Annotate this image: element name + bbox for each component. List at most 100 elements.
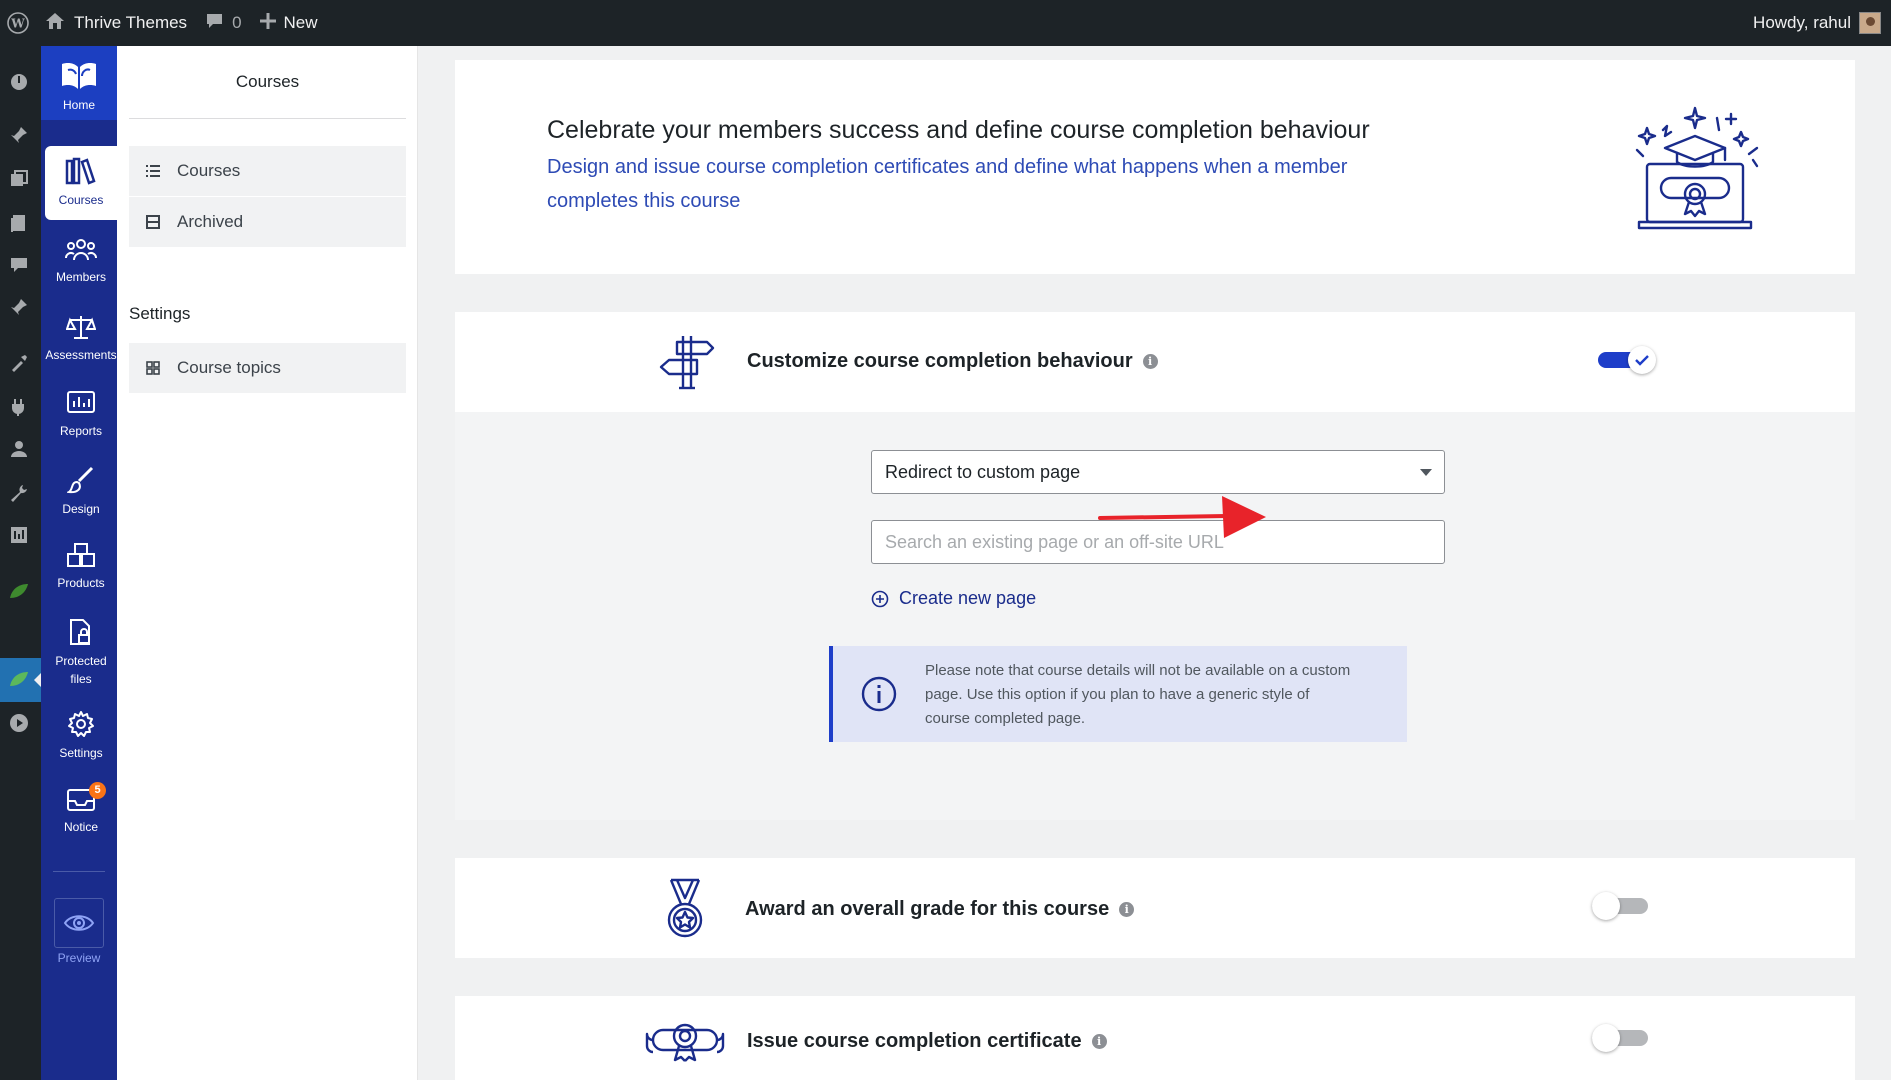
tools-icon[interactable]	[8, 482, 30, 504]
chevron-down-icon	[1420, 469, 1432, 476]
completion-title-row: Customize course completion behaviour i	[747, 350, 1158, 373]
subnav-divider	[129, 118, 406, 119]
select-value: Redirect to custom page	[885, 461, 1081, 482]
nav-products[interactable]: Products	[45, 542, 117, 592]
gear-icon	[68, 711, 94, 737]
subnav-item-courses[interactable]: Courses	[129, 146, 406, 196]
certificate-scroll-icon	[645, 1018, 725, 1067]
toggle-knob	[1592, 1024, 1620, 1052]
archive-icon	[146, 215, 160, 229]
nav-members-label: Members	[55, 270, 106, 284]
comment-bubble-icon	[205, 12, 224, 35]
pages-icon[interactable]	[8, 212, 30, 234]
nav-protected-files[interactable]: Protected files	[45, 618, 117, 688]
home-icon	[45, 12, 65, 35]
info-circle-icon	[861, 676, 897, 717]
preview-button[interactable]	[54, 898, 104, 948]
settings-grid-icon[interactable]	[8, 524, 30, 546]
nav-protected-files-line2: files	[70, 672, 92, 686]
certificate-panel: Issue course completion certificate i	[455, 996, 1855, 1080]
info-icon[interactable]: i	[1142, 354, 1158, 369]
create-new-page-link[interactable]: Create new page	[871, 588, 1036, 609]
eye-icon	[63, 915, 95, 931]
appearance-icon[interactable]	[8, 352, 30, 374]
preview-label: Preview	[57, 951, 101, 965]
nav-assessments[interactable]: Assessments	[45, 314, 117, 364]
subnav-title: Courses	[235, 72, 300, 91]
books-icon	[65, 157, 96, 185]
open-book-icon	[62, 63, 96, 89]
notice-text: Please note that course details will not…	[925, 662, 1351, 727]
dashboard-icon[interactable]	[8, 70, 30, 92]
medal-icon	[655, 878, 715, 945]
signpost-icon	[657, 332, 717, 397]
comments-icon[interactable]	[8, 254, 30, 276]
grade-toggle[interactable]	[1592, 892, 1650, 920]
nav-reports-label: Reports	[59, 424, 103, 438]
lock-file-icon	[70, 619, 90, 645]
nav-courses-label: Courses	[58, 193, 104, 207]
comments-link[interactable]: 0	[196, 0, 250, 46]
info-icon[interactable]: i	[1091, 1034, 1107, 1049]
leaf-icon[interactable]	[8, 668, 30, 690]
completion-toggle[interactable]	[1598, 346, 1656, 374]
plus-icon	[259, 12, 276, 34]
create-new-page-label: Create new page	[899, 588, 1037, 608]
new-content-link[interactable]: New	[251, 0, 327, 46]
nav-design[interactable]: Design	[45, 466, 117, 518]
users-icon[interactable]	[8, 438, 30, 460]
grid-icon	[146, 361, 160, 375]
site-name-link[interactable]: Thrive Themes	[36, 0, 196, 46]
nav-home-label: Home	[62, 98, 95, 112]
main-content: Celebrate your members success and defin…	[418, 46, 1891, 1080]
completion-behaviour-select[interactable]: Redirect to custom page	[871, 450, 1445, 494]
subnav-item-label: Courses	[177, 161, 241, 180]
members-icon	[65, 239, 97, 261]
site-name: Thrive Themes	[74, 13, 188, 32]
subnav-item-label: Archived	[177, 212, 244, 231]
play-icon[interactable]	[8, 712, 30, 734]
annotation-arrow-icon	[1098, 494, 1268, 549]
subnav-item-course-topics[interactable]: Course topics	[129, 343, 406, 393]
pin-icon[interactable]	[8, 296, 30, 318]
nav-reports[interactable]: Reports	[45, 390, 117, 440]
subnav-item-label: Course topics	[177, 358, 281, 377]
nav-assessments-label: Assessments	[45, 348, 117, 362]
notice-badge: 5	[89, 782, 106, 799]
list-icon	[146, 165, 160, 177]
hero-title: Celebrate your members success and defin…	[547, 116, 1370, 144]
completion-title: Customize course completion behaviour	[747, 350, 1133, 372]
nav-design-label: Design	[62, 502, 100, 516]
leaf-icon[interactable]	[8, 580, 30, 602]
nav-settings[interactable]: Settings	[45, 710, 117, 762]
scales-icon	[66, 316, 96, 339]
certificate-toggle[interactable]	[1592, 1024, 1650, 1052]
reports-icon	[67, 391, 95, 413]
toggle-knob	[1592, 892, 1620, 920]
nav-courses[interactable]: Courses	[45, 146, 117, 220]
nav-notice[interactable]: 5 Notice	[45, 782, 117, 836]
pin-icon[interactable]	[8, 124, 30, 146]
svg-text:W: W	[10, 17, 25, 31]
nav-home[interactable]: Home	[41, 46, 117, 120]
nav-notice-label: Notice	[63, 820, 98, 834]
wordpress-logo-icon[interactable]: W	[0, 0, 36, 46]
check-icon	[1635, 355, 1649, 366]
courses-subnav: Courses Courses Archived Settings Course…	[117, 46, 418, 1080]
boxes-icon	[67, 543, 95, 567]
subnav-item-archived[interactable]: Archived	[129, 197, 406, 247]
my-account-link[interactable]: Howdy, rahul	[1753, 0, 1881, 46]
graduation-laptop-icon	[1625, 96, 1765, 241]
plugins-icon[interactable]	[8, 396, 30, 418]
media-icon[interactable]	[8, 168, 30, 190]
info-icon[interactable]: i	[1119, 902, 1135, 917]
plus-circle-icon	[871, 590, 889, 607]
nav-products-label: Products	[57, 576, 105, 590]
wp-admin-menu	[0, 46, 41, 1080]
new-label: New	[283, 13, 318, 32]
grade-title-row: Award an overall grade for this course i	[745, 898, 1135, 921]
nav-members[interactable]: Members	[45, 238, 117, 286]
completion-panel: Customize course completion behaviour i	[455, 312, 1855, 412]
hero-card: Celebrate your members success and defin…	[455, 60, 1855, 274]
brush-icon	[67, 466, 94, 494]
